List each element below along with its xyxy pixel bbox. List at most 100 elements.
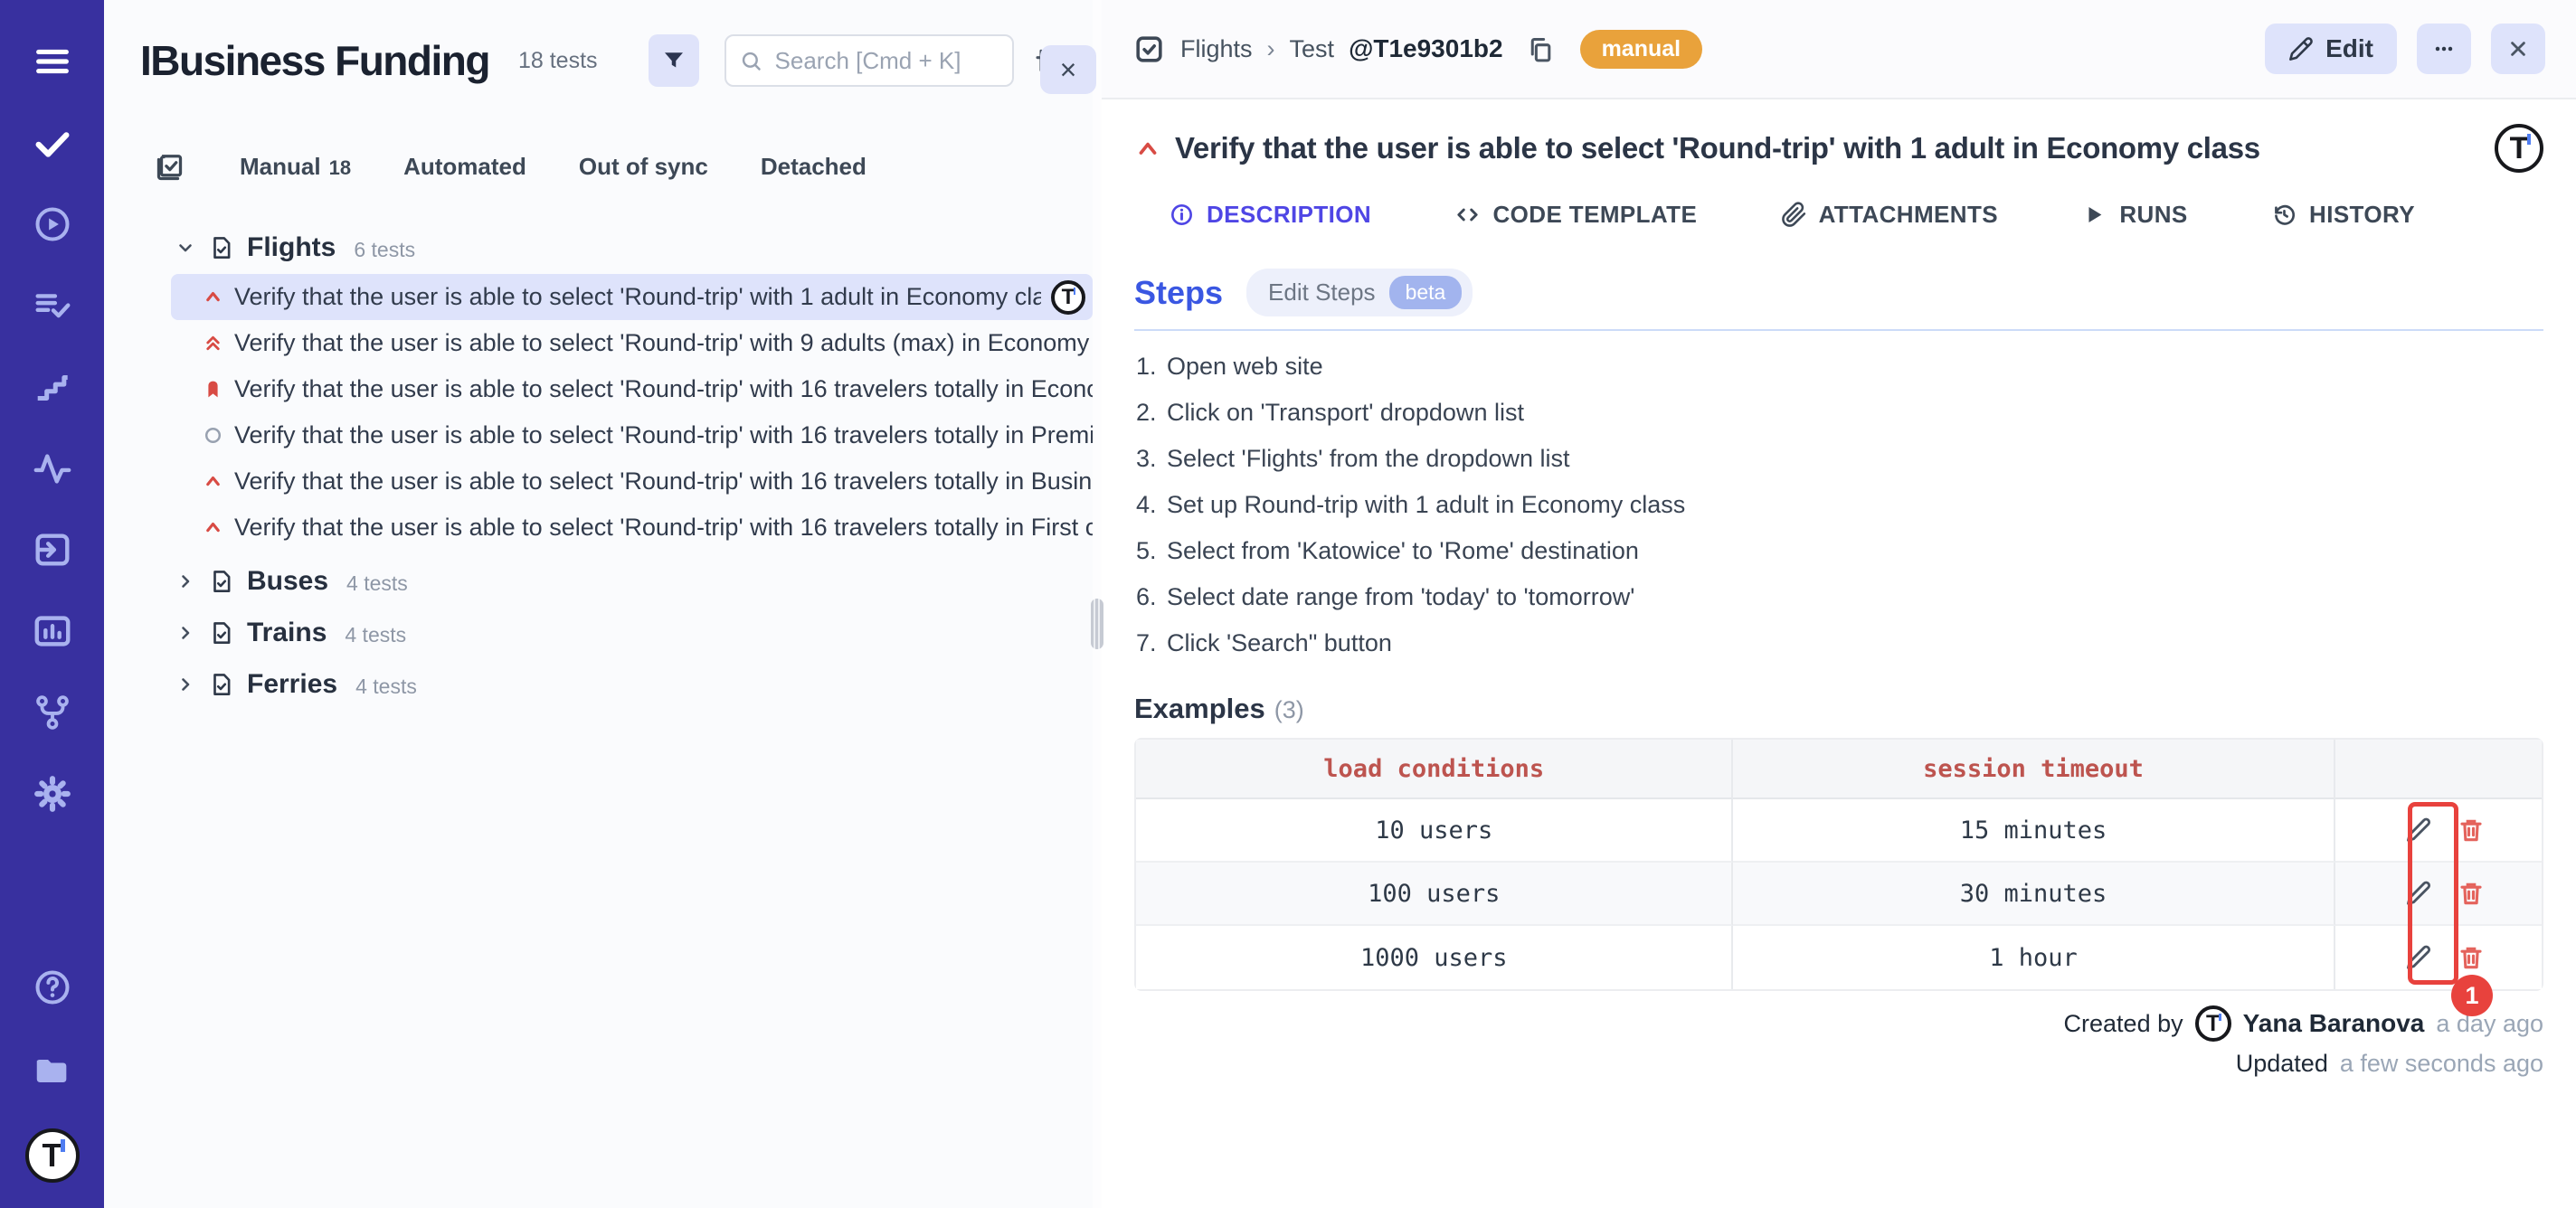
menu-icon[interactable] [31, 40, 74, 83]
suite-name: Flights [247, 232, 336, 263]
edit-steps-button[interactable]: Edit Steps beta [1246, 269, 1473, 316]
tab-label: ATTACHMENTS [1819, 201, 1998, 229]
test-row[interactable]: Verify that the user is able to select '… [171, 274, 1093, 320]
test-title: Verify that the user is able to select '… [234, 467, 1093, 495]
brand-logo-letter: T [2510, 131, 2529, 166]
suite-name: Trains [247, 618, 327, 648]
test-id: @T1e9301b2 [1349, 34, 1503, 63]
table-row: 100 users 30 minutes [1136, 863, 2542, 926]
cell-load: 1000 users [1136, 926, 1733, 989]
search-box [724, 34, 1014, 87]
row-actions [2335, 879, 2542, 908]
suite-name: Buses [247, 566, 328, 597]
tab-runs[interactable]: RUNS [2081, 201, 2187, 229]
close-button[interactable] [2491, 24, 2545, 74]
sidebar: T [0, 0, 104, 1208]
report-icon[interactable] [31, 609, 74, 653]
steps-list: Open web site Click on 'Transport' dropd… [1134, 353, 2543, 656]
cell-timeout: 30 minutes [1733, 863, 2334, 926]
test-row[interactable]: Verify that the user is able to select '… [171, 458, 1093, 505]
suite-row-trains[interactable]: Trains 4 tests [104, 608, 1093, 658]
search-input[interactable] [724, 34, 1014, 87]
test-title: Verify that the user is able to select '… [234, 329, 1093, 357]
tab-description[interactable]: DESCRIPTION [1169, 201, 1371, 229]
brand-logo[interactable]: T [25, 1128, 80, 1183]
suite-row-flights[interactable]: Flights 6 tests [104, 222, 1093, 273]
tab-label: Detached [761, 153, 867, 181]
edit-row-button[interactable] [2404, 879, 2433, 908]
folder-icon[interactable] [31, 1047, 74, 1090]
test-row[interactable]: Verify that the user is able to select '… [171, 505, 1093, 551]
detail-actions: Edit [2265, 24, 2545, 74]
checklist-icon [155, 150, 187, 183]
delete-row-button[interactable] [2457, 879, 2486, 908]
suite-row-ferries[interactable]: Ferries 4 tests [104, 659, 1093, 710]
breadcrumb-suite[interactable]: Flights [1180, 35, 1253, 63]
created-ago: a day ago [2436, 1010, 2543, 1038]
step-item: Click on 'Transport' dropdown list [1163, 399, 2543, 426]
detail-body: Verify that the user is able to select '… [1102, 99, 2576, 1096]
step-item: Select 'Flights' from the dropdown list [1163, 445, 2543, 472]
tab-out-of-sync[interactable]: Out of sync [579, 153, 708, 181]
pencil-icon [2405, 944, 2432, 971]
collapse-panel-button[interactable]: × [1040, 45, 1096, 94]
test-row[interactable]: Verify that the user is able to select '… [171, 366, 1093, 412]
breadcrumb-type: Test [1290, 35, 1335, 63]
priority-high-icon [1134, 135, 1161, 162]
file-check-icon [208, 568, 235, 595]
tab-manual[interactable]: Manual18 [240, 153, 351, 181]
cell-timeout: 15 minutes [1733, 799, 2334, 863]
copy-icon[interactable] [1525, 34, 1555, 64]
tab-detached[interactable]: Detached [761, 153, 867, 181]
detail-footer: Created by T Yana Baranova a day ago Upd… [1134, 1005, 2543, 1096]
test-row[interactable]: Verify that the user is able to select '… [171, 412, 1093, 458]
assignee-logo: T [1051, 280, 1085, 315]
chevron-right-icon [175, 622, 196, 644]
filter-button[interactable] [649, 34, 699, 87]
activity-icon[interactable] [31, 447, 74, 490]
help-icon[interactable] [31, 966, 74, 1009]
list-check-icon[interactable] [31, 284, 74, 327]
steps-icon[interactable] [31, 365, 74, 409]
play-circle-icon[interactable] [31, 203, 74, 246]
tab-code-template[interactable]: CODE TEMPLATE [1454, 201, 1697, 229]
suite-count: 4 tests [346, 568, 408, 596]
test-detail-title: Verify that the user is able to select '… [1175, 131, 2260, 165]
edit-row-button[interactable] [2404, 943, 2433, 972]
trash-icon [2458, 944, 2485, 971]
panel-divider [1093, 0, 1102, 1208]
import-icon[interactable] [31, 528, 74, 571]
test-tree: Flights 6 tests Verify that the user is … [104, 222, 1093, 710]
tab-label: CODE TEMPLATE [1492, 201, 1697, 229]
tab-history[interactable]: HISTORY [2271, 201, 2415, 229]
check-icon[interactable] [31, 121, 74, 165]
tab-attachments[interactable]: ATTACHMENTS [1781, 201, 1998, 229]
edit-row-button[interactable] [2404, 816, 2433, 845]
delete-row-button[interactable] [2457, 943, 2486, 972]
tab-automated[interactable]: Automated [403, 153, 526, 181]
trash-icon [2458, 880, 2485, 907]
suite-row-buses[interactable]: Buses 4 tests [104, 556, 1093, 607]
examples-header: Examples(3) [1134, 693, 2543, 725]
branch-icon[interactable] [31, 691, 74, 734]
tab-label: HISTORY [2309, 201, 2415, 229]
edit-button[interactable]: Edit [2265, 24, 2397, 74]
more-icon [2431, 36, 2457, 61]
more-button[interactable] [2417, 24, 2471, 74]
chevron-down-icon [175, 237, 196, 259]
trash-icon [2458, 816, 2485, 844]
test-row[interactable]: Verify that the user is able to select '… [171, 320, 1093, 366]
column-header-actions [2335, 740, 2542, 799]
play-icon [2081, 202, 2107, 228]
detail-header: Flights › Test @T1e9301b2 manual Edit [1102, 0, 2576, 99]
updated-ago: a few seconds ago [2340, 1050, 2543, 1078]
examples-table: load conditions session timeout 10 users… [1134, 738, 2543, 991]
priority-high-icon [202, 516, 224, 539]
step-item: Set up Round-trip with 1 adult in Econom… [1163, 491, 2543, 518]
suites-tabs: Manual18 Automated Out of sync Detached [104, 150, 1093, 183]
edit-steps-label: Edit Steps [1268, 278, 1376, 307]
delete-row-button[interactable] [2457, 816, 2486, 845]
status-badge: manual [1580, 30, 1703, 69]
suites-panel: IBusiness Funding 18 tests × Manual18 Au… [104, 0, 1093, 1208]
gear-icon[interactable] [31, 772, 74, 816]
